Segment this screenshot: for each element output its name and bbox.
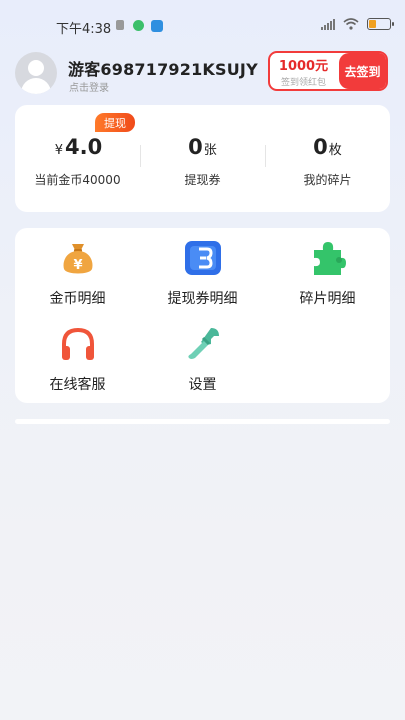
coupon-value: 0: [188, 135, 203, 159]
menu-item-coupon-detail[interactable]: 提现券明细: [140, 228, 265, 313]
signin-button[interactable]: 1000元 签到领红包 去签到: [268, 51, 388, 91]
menu-label: 设置: [188, 377, 217, 393]
menu-label: 碎片明细: [299, 291, 356, 307]
signin-label: 去签到: [339, 53, 386, 89]
coupon-label: 提现券: [184, 173, 221, 187]
fragment-balance[interactable]: 0枚 我的碎片: [265, 105, 390, 212]
avatar[interactable]: [15, 52, 57, 94]
currency-symbol: ¥: [54, 143, 64, 158]
money-bag-icon: ¥: [63, 244, 93, 274]
cash-balance[interactable]: ¥4.0 当前金币40000: [15, 105, 140, 212]
battery-icon: [367, 18, 394, 30]
content-divider: [15, 419, 390, 424]
username[interactable]: 游客698717921KSUJY: [68, 56, 258, 80]
coupon-balance[interactable]: 0张 提现券: [140, 105, 265, 212]
menu-label: 在线客服: [49, 377, 106, 393]
wrench-icon: [188, 328, 219, 359]
menu-item-settings[interactable]: 设置: [140, 316, 265, 401]
signin-subtitle: 签到领红包: [280, 77, 326, 88]
menu-label: 提现券明细: [167, 291, 238, 307]
notification-icon: [116, 20, 124, 30]
wifi-icon: [343, 18, 359, 30]
coupon-unit: 张: [203, 143, 217, 158]
menu-card: ¥ 金币明细 提现券明细 碎片明细 在线客服 设置: [15, 228, 390, 403]
fragment-unit: 枚: [328, 143, 342, 158]
signin-amount: 1000元: [278, 58, 329, 74]
ticket-icon: [185, 241, 221, 275]
fragment-label: 我的碎片: [303, 173, 352, 187]
status-bar: 下午4:38: [0, 0, 405, 50]
menu-label: 金币明细: [49, 291, 106, 307]
coin-balance-label: 当前金币40000: [34, 173, 121, 187]
status-time: 下午4:38: [56, 22, 112, 37]
login-link[interactable]: 点击登录: [69, 79, 109, 94]
svg-text:¥: ¥: [73, 258, 82, 273]
wechat-icon: [133, 20, 144, 31]
puzzle-piece-icon: [314, 242, 346, 275]
app-icon: [151, 20, 163, 32]
cash-value: 4.0: [65, 135, 103, 159]
menu-item-coin-detail[interactable]: ¥ 金币明细: [15, 228, 140, 313]
wallet-card: 提现 ¥4.0 当前金币40000 0张 提现券 0枚 我的碎片: [15, 105, 390, 212]
menu-item-customer-service[interactable]: 在线客服: [15, 316, 140, 401]
signal-icon: [321, 18, 335, 30]
menu-item-fragment-detail[interactable]: 碎片明细: [265, 228, 390, 313]
headphones-icon: [62, 327, 94, 360]
fragment-value: 0: [313, 135, 328, 159]
